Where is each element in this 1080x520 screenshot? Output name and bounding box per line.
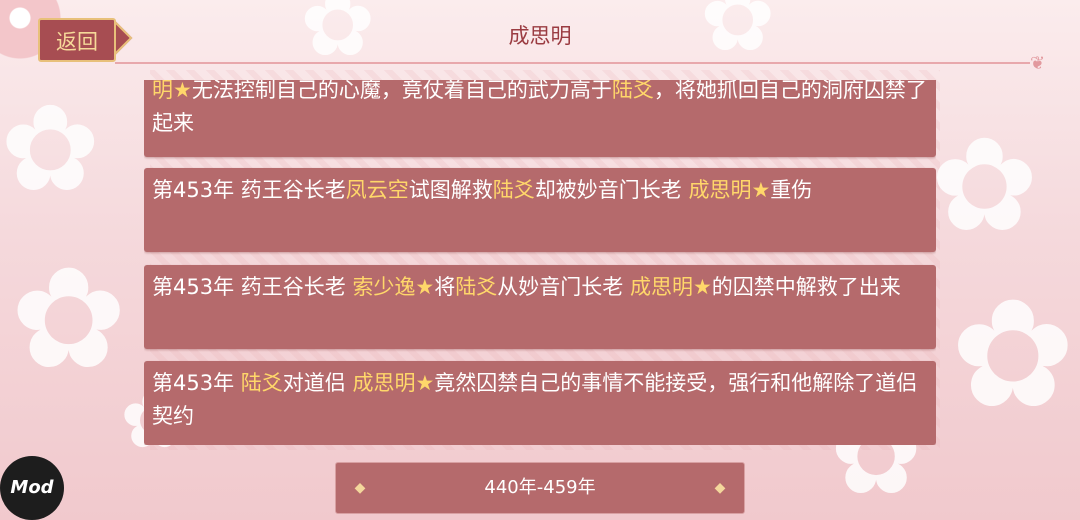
blossom-decoration: ✿ <box>0 80 101 219</box>
highlighted-name: 凤云空 <box>345 178 409 202</box>
back-button-label: 返回 <box>56 30 98 54</box>
event-card: 第453年 药王谷长老 索少逸★将陆爻从妙音门长老 成思明★的囚禁中解救了出来 <box>144 265 936 349</box>
year-range-label: 440年-459年 <box>484 477 596 498</box>
cloud-ornament-icon: ◆ <box>714 480 726 496</box>
mod-badge[interactable]: Mod <box>0 456 64 520</box>
event-text: 的囚禁中解救了出来 <box>711 275 901 299</box>
highlighted-name: 成思明★ <box>352 371 435 395</box>
event-text: 第453年 <box>152 371 241 395</box>
highlighted-name: 陆爻 <box>611 80 654 102</box>
event-text: 第453年 药王谷长老 <box>152 275 353 299</box>
event-card: 明★无法控制自己的心魔，竟仗着自己的武力高于陆爻，将她抓回自己的洞府囚禁了起来 <box>144 80 936 157</box>
event-card: 第453年 药王谷长老凤云空试图解救陆爻却被妙音门长老 成思明★重伤 <box>144 168 936 252</box>
highlighted-name: 成思明★ <box>629 275 712 299</box>
highlighted-name: 陆爻 <box>455 275 498 299</box>
event-list[interactable]: 明★无法控制自己的心魔，竟仗着自己的武力高于陆爻，将她抓回自己的洞府囚禁了起来 … <box>144 80 936 445</box>
blossom-decoration: ✿ <box>930 109 1039 261</box>
year-range-selector[interactable]: ◆ 440年-459年 ◆ <box>335 462 745 514</box>
event-text: 从妙音门长老 <box>497 275 630 299</box>
event-text: 第453年 药王谷长老 <box>152 178 346 202</box>
event-text: 对道侣 <box>282 371 353 395</box>
event-text: 却被妙音门长老 <box>534 178 689 202</box>
event-text: 无法控制自己的心魔，竟仗着自己的武力高于 <box>191 80 612 102</box>
highlighted-name: 明★ <box>152 80 192 102</box>
highlighted-name: 陆爻 <box>492 178 535 202</box>
header-bar: 返回 成思明 ❦ <box>0 0 1080 74</box>
blossom-decoration: ✿ <box>10 238 128 401</box>
highlighted-name: 成思明★ <box>688 178 771 202</box>
event-card: 第453年 陆爻对道侣 成思明★竟然囚禁自己的事情不能接受，强行和他解除了道侣契… <box>144 361 936 445</box>
cloud-ornament-icon: ◆ <box>354 480 366 496</box>
highlighted-name: 陆爻 <box>240 371 283 395</box>
page-title: 成思明 <box>508 24 572 48</box>
event-text: 试图解救 <box>408 178 493 202</box>
header-divider <box>115 62 1030 64</box>
blossom-decoration: ✿ <box>950 268 1076 442</box>
event-text: 将 <box>434 275 456 299</box>
scroll-ornament-icon: ❦ <box>1030 53 1046 74</box>
event-text: 重伤 <box>770 178 813 202</box>
highlighted-name: 索少逸★ <box>352 275 435 299</box>
